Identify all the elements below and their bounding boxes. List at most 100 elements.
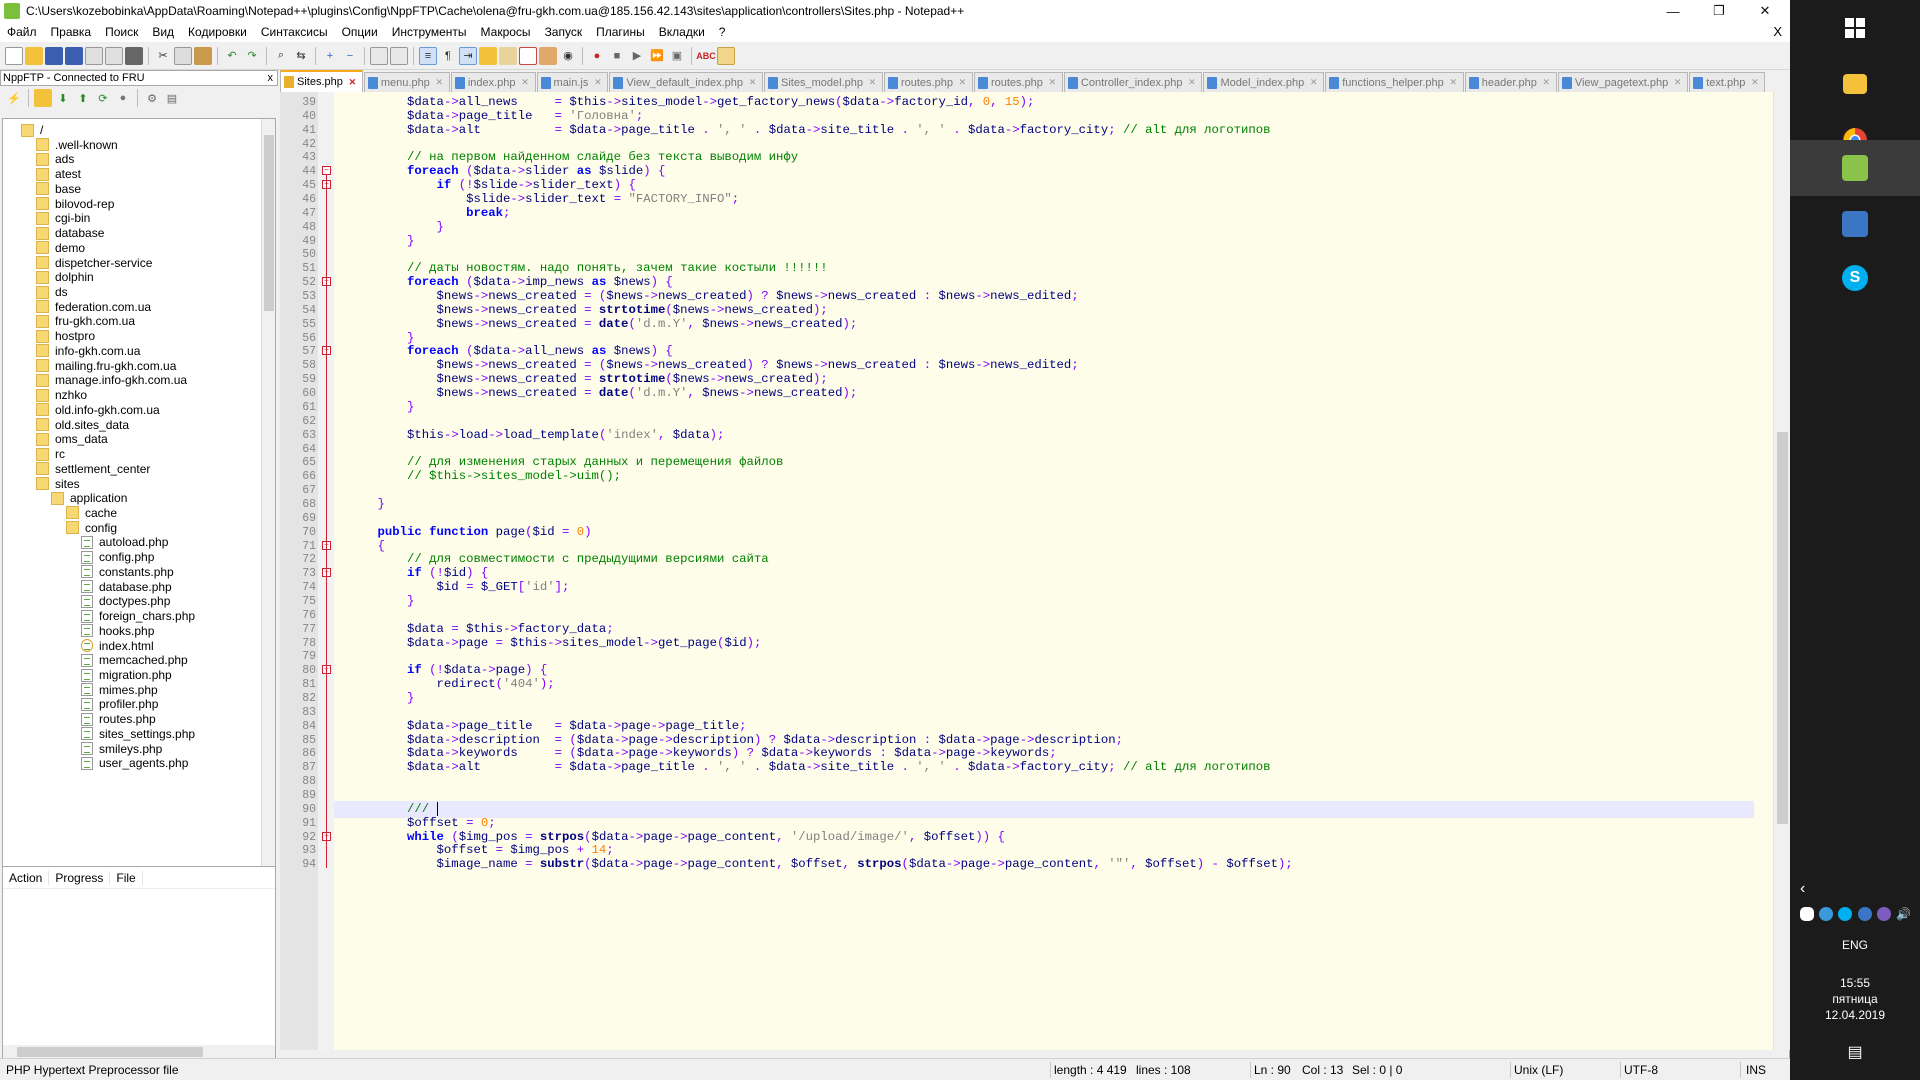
tab-close-icon[interactable]: ✕: [867, 77, 878, 88]
close-all-icon[interactable]: [105, 46, 123, 65]
clock-day[interactable]: пятница: [1790, 992, 1920, 1006]
word-wrap-icon[interactable]: ≡: [419, 46, 437, 65]
menu-settings[interactable]: Опции: [335, 25, 385, 39]
status-eol[interactable]: Unix (LF): [1514, 1063, 1563, 1077]
show-all-chars-icon[interactable]: ¶: [439, 47, 457, 65]
tab-view-pagetext-php[interactable]: View_pagetext.php ✕: [1557, 72, 1689, 92]
tab-close-icon[interactable]: ✕: [1541, 77, 1552, 88]
tray-expand-chevron[interactable]: ‹: [1790, 880, 1920, 898]
ftp-file-tree[interactable]: / .well-known ads atest base bilovod-rep cgi-b…: [2, 118, 276, 920]
tab-close-icon[interactable]: ✕: [592, 77, 603, 88]
maximize-button[interactable]: ❐: [1696, 0, 1742, 22]
open-file-icon[interactable]: [25, 46, 43, 65]
tab-model-index-php[interactable]: Model_index.php ✕: [1203, 72, 1325, 92]
tab-main-js[interactable]: main.js ✕: [536, 72, 609, 92]
connect-icon[interactable]: ⚡: [5, 89, 23, 107]
tab-close-icon[interactable]: ✕: [1448, 77, 1459, 88]
menu-file[interactable]: Файл: [0, 25, 44, 39]
stop-macro-icon[interactable]: ■: [608, 47, 626, 65]
start-button[interactable]: [1790, 0, 1920, 56]
function-list-icon[interactable]: [519, 46, 537, 65]
indent-guide-icon[interactable]: ⇥: [459, 46, 477, 65]
close-document-button[interactable]: X: [1773, 24, 1782, 39]
menu-macro[interactable]: Макросы: [474, 25, 538, 39]
code-editor[interactable]: 39 40 41 42 43 44 45 46 47 48 49 50 51 52 53 54 55 56 57 58…: [280, 92, 1790, 1050]
status-insert-mode[interactable]: INS: [1746, 1063, 1766, 1077]
menu-view[interactable]: Вид: [145, 25, 181, 39]
queue-horizontal-scrollbar[interactable]: [3, 1045, 275, 1059]
menu-search[interactable]: Поиск: [98, 25, 145, 39]
fold-toggle-icon[interactable]: −: [322, 166, 331, 176]
editor-vertical-scrollbar[interactable]: [1773, 92, 1790, 1050]
menu-help[interactable]: ?: [712, 25, 733, 39]
fold-margin[interactable]: −−−−−−−−: [318, 92, 334, 1050]
menu-plugins[interactable]: Плагины: [589, 25, 652, 39]
sync-horizontal-icon[interactable]: [390, 46, 408, 65]
viber-icon[interactable]: [1876, 907, 1891, 921]
user-lang-icon[interactable]: [479, 46, 497, 65]
tab-close-icon[interactable]: ✕: [1308, 77, 1319, 88]
tree-scroll-thumb[interactable]: [264, 135, 274, 311]
doc-map-icon[interactable]: [499, 46, 517, 65]
monitoring-icon[interactable]: ◉: [559, 47, 577, 65]
abort-icon[interactable]: ●: [114, 89, 132, 107]
tab-close-icon[interactable]: ✕: [434, 77, 445, 88]
language-indicator[interactable]: ENG: [1790, 938, 1920, 952]
tree-file[interactable]: user_agents.php: [81, 754, 188, 772]
menu-tools[interactable]: Инструменты: [385, 25, 474, 39]
paste-icon[interactable]: [194, 46, 212, 65]
queue-col-file[interactable]: File: [110, 870, 143, 885]
nppftp-icon[interactable]: [717, 46, 735, 65]
tab-routes-php[interactable]: routes.php ✕: [973, 72, 1063, 92]
tab-sites-php[interactable]: Sites.php ✕: [280, 70, 363, 92]
queue-col-action[interactable]: Action: [3, 870, 50, 885]
cut-icon[interactable]: ✂: [154, 47, 172, 65]
sync-vertical-icon[interactable]: [370, 46, 388, 65]
queue-col-progress[interactable]: Progress: [49, 870, 111, 885]
show-messages-icon[interactable]: ▤: [163, 89, 181, 107]
tree-vertical-scrollbar[interactable]: [261, 119, 275, 919]
record-macro-icon[interactable]: ●: [588, 47, 606, 65]
tab-close-icon[interactable]: ✕: [520, 77, 531, 88]
skype-tray-icon[interactable]: [1838, 907, 1853, 921]
print-icon[interactable]: [125, 46, 143, 65]
minimize-button[interactable]: —: [1650, 0, 1696, 22]
tray-app-icon[interactable]: [1857, 907, 1872, 921]
menu-run[interactable]: Запуск: [538, 25, 590, 39]
open-dir-icon[interactable]: [34, 89, 52, 107]
save-macro-icon[interactable]: ▣: [668, 47, 686, 65]
menu-encoding[interactable]: Кодировки: [181, 25, 254, 39]
settings-icon[interactable]: ⚙: [143, 89, 161, 107]
new-file-icon[interactable]: [5, 46, 23, 65]
undo-icon[interactable]: ↶: [223, 47, 241, 65]
tab-close-icon[interactable]: ✕: [1047, 77, 1058, 88]
clock-time[interactable]: 15:55: [1790, 976, 1920, 990]
tab-menu-php[interactable]: menu.php ✕: [363, 72, 450, 92]
tab-index-php[interactable]: index.php ✕: [450, 72, 536, 92]
redo-icon[interactable]: ↷: [243, 47, 261, 65]
tab-close-icon[interactable]: ✕: [347, 77, 358, 88]
clock-date[interactable]: 12.04.2019: [1790, 1008, 1920, 1022]
tab-close-icon[interactable]: ✕: [957, 77, 968, 88]
find-icon[interactable]: ⌕: [272, 47, 290, 65]
queue-scroll-thumb[interactable]: [17, 1047, 203, 1057]
refresh-icon[interactable]: ⟳: [94, 89, 112, 107]
tab-functions-helper-php[interactable]: functions_helper.php ✕: [1325, 72, 1464, 92]
folder-workspace-icon[interactable]: [539, 46, 557, 65]
zoom-in-icon[interactable]: +: [321, 47, 339, 65]
tab-close-icon[interactable]: ✕: [1186, 77, 1197, 88]
tab-view-default-index-php[interactable]: View_default_index.php ✕: [609, 72, 763, 92]
network-app-icon[interactable]: [1819, 907, 1834, 921]
taskbar-skype[interactable]: S: [1790, 250, 1920, 306]
tab-text-php[interactable]: text.php ✕: [1689, 72, 1766, 92]
menu-edit[interactable]: Правка: [44, 25, 99, 39]
tab-routes-php[interactable]: routes.php ✕: [883, 72, 973, 92]
taskbar-app[interactable]: [1790, 196, 1920, 252]
menu-window[interactable]: Вкладки: [652, 25, 712, 39]
tab-controller-index-php[interactable]: Controller_index.php ✕: [1063, 72, 1203, 92]
menu-language[interactable]: Синтаксисы: [254, 25, 335, 39]
tab-close-icon[interactable]: ✕: [747, 77, 758, 88]
spell-check-icon[interactable]: ABC: [696, 47, 716, 65]
taskbar-explorer[interactable]: [1790, 56, 1920, 112]
play-macro-icon[interactable]: ▶: [628, 47, 646, 65]
